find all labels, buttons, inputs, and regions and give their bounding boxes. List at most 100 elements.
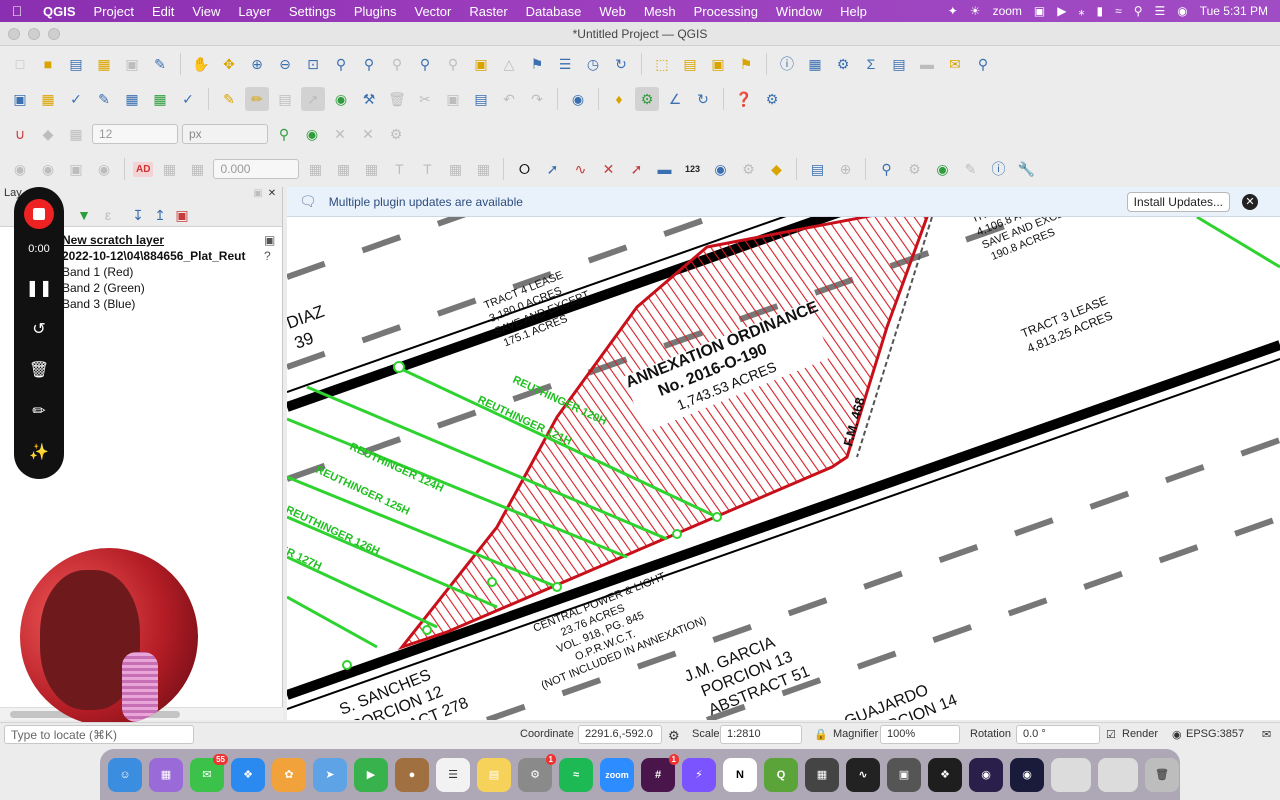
zoom-next-icon[interactable]: ⚲ <box>441 52 465 76</box>
select-location-icon[interactable]: ⚑ <box>734 52 758 76</box>
expand-all-icon[interactable]: ↧ <box>126 203 150 227</box>
data-source-manager-icon[interactable]: ▣ <box>8 87 32 111</box>
slack-icon[interactable]: #1 <box>641 753 679 792</box>
tracing-icon[interactable]: ⚙ <box>384 122 408 146</box>
pen-icon[interactable]: ✏ <box>32 390 45 431</box>
layer-item-plat[interactable]: 2022-10-12\04\884656_Plat_Reut <box>62 249 245 263</box>
temporal-controller-icon[interactable]: ◷ <box>581 52 605 76</box>
map-canvas[interactable]: DIAZ 39 TRACT 4 LEASE 3,180.0 ACRES SAVE… <box>287 187 1280 720</box>
system-settings-icon[interactable]: ⚙ 1 <box>518 753 556 792</box>
zoom-full-icon[interactable]: ⊡ <box>301 52 325 76</box>
snapping-type-icon[interactable]: ▦ <box>64 122 88 146</box>
snapping-tolerance-input[interactable]: 12 <box>92 124 178 144</box>
menu-window[interactable]: Window <box>767 4 831 19</box>
messages-icon[interactable]: ✉ 55 <box>190 753 228 792</box>
menu-project[interactable]: Project <box>85 4 143 19</box>
rotation-field[interactable]: 0.0 ° <box>1016 725 1100 744</box>
info-icon[interactable]: ⓘ <box>986 157 1010 181</box>
menu-view[interactable]: View <box>183 4 229 19</box>
label-tool-icon[interactable]: T <box>415 157 439 181</box>
save-as-icon[interactable]: ▦ <box>92 52 116 76</box>
attribute-table-icon[interactable]: ▦ <box>803 52 827 76</box>
pan-to-selection-icon[interactable]: ✥ <box>217 52 241 76</box>
new-map-view-icon[interactable]: ▣ <box>469 52 493 76</box>
reload-icon[interactable]: ↻ <box>691 87 715 111</box>
window-thumbnail-1[interactable] <box>1051 757 1091 792</box>
magnifier-field[interactable]: 100% <box>880 725 960 744</box>
pin-labels-icon[interactable]: ▦ <box>443 157 467 181</box>
stop-recording-button[interactable] <box>24 199 54 229</box>
self-snapping-icon[interactable]: ✕ <box>356 122 380 146</box>
new-3d-view-icon[interactable]: △ <box>497 52 521 76</box>
open-project-icon[interactable]: ■ <box>36 52 60 76</box>
snapping-unit-select[interactable]: px <box>182 124 268 144</box>
measure-icon[interactable]: ✎ <box>958 157 982 181</box>
coordinate-toggle-icon[interactable]: ⚙ <box>668 728 680 744</box>
pan-hand-icon[interactable]: ✋ <box>189 52 213 76</box>
finder-icon[interactable]: ☺ <box>108 757 142 792</box>
new-virtual-layer-icon[interactable]: ▦ <box>120 87 144 111</box>
brightness-icon[interactable]: ☀ <box>970 4 981 18</box>
map-tips-icon[interactable]: ✉ <box>943 52 967 76</box>
bookmark-icon[interactable]: ⚑ <box>525 52 549 76</box>
delete-selected-icon[interactable]: 🗑 <box>385 87 409 111</box>
curve-tool-icon[interactable]: ∿ <box>568 157 592 181</box>
merge-features-icon[interactable]: ▣ <box>64 157 88 181</box>
zoom-to-point-icon[interactable]: ⚲ <box>874 157 898 181</box>
crosshair-icon[interactable]: ⊕ <box>833 157 857 181</box>
measure-line-icon[interactable]: ▬ <box>915 52 939 76</box>
offset-value-input[interactable]: 0.000 <box>213 159 300 179</box>
digitize-line-icon[interactable]: ➚ <box>301 87 325 111</box>
new-spatialite-icon[interactable]: ✎ <box>92 87 116 111</box>
deselect-icon[interactable]: ▣ <box>706 52 730 76</box>
georeference-axes-icon[interactable]: ∠ <box>663 87 687 111</box>
contacts-icon[interactable]: ● <box>395 757 429 792</box>
topological-editing-icon[interactable]: ⚲ <box>272 122 296 146</box>
panel-close-icon[interactable]: ✕ <box>266 187 278 199</box>
spotlight-search-icon[interactable]: ⚲ <box>1134 4 1143 18</box>
add-vector-icon[interactable]: ✓ <box>176 87 200 111</box>
lock-scale-icon[interactable]: 🔒 <box>814 728 828 741</box>
restart-icon[interactable]: ↺ <box>32 308 45 349</box>
battery-icon[interactable]: ▮ <box>1096 4 1103 18</box>
notion-menubar-icon[interactable]: ▣ <box>1034 4 1045 18</box>
messenger-icon[interactable]: ⚡ <box>682 757 716 792</box>
crs-globe-icon[interactable]: ◉ <box>1172 728 1182 741</box>
menu-help[interactable]: Help <box>831 4 876 19</box>
render-checkbox-icon[interactable]: ☑ <box>1106 728 1116 741</box>
vertex-editor-icon[interactable]: ◆ <box>764 157 788 181</box>
window-thumbnail-2[interactable] <box>1098 757 1138 792</box>
locator-search-input[interactable]: Type to locate (⌘K) <box>4 725 194 744</box>
select-features-icon[interactable]: ⬚ <box>650 52 674 76</box>
xy-coordinate-icon[interactable]: ➚ <box>540 157 564 181</box>
safari-icon[interactable]: ❖ <box>231 757 265 792</box>
gps-icon[interactable]: ⚙ <box>902 157 926 181</box>
numbering-123-icon[interactable]: 123 <box>680 157 704 181</box>
snapping-magnet-icon[interactable]: ∪ <box>8 122 32 146</box>
ruler-icon[interactable]: ▬ <box>652 157 676 181</box>
wifi-icon[interactable]: ≈ <box>1115 4 1122 18</box>
copy-features-icon[interactable]: ▣ <box>441 87 465 111</box>
menu-database[interactable]: Database <box>517 4 591 19</box>
snapping-intersection-icon[interactable]: ◉ <box>300 122 324 146</box>
filter-legend-icon[interactable]: ▼ <box>72 203 96 227</box>
offset-curve-icon[interactable]: ▦ <box>303 157 327 181</box>
zoom-to-selection-icon[interactable]: ⚲ <box>329 52 353 76</box>
bluetooth-glyph-icon[interactable]: ✦ <box>948 4 958 18</box>
zoom-in-icon[interactable]: ⊕ <box>245 52 269 76</box>
identify-features-icon[interactable]: ⓘ <box>775 52 799 76</box>
zoom-to-layer-icon[interactable]: ⚲ <box>357 52 381 76</box>
layer-edit-badge-icon[interactable]: ▣ <box>264 233 275 247</box>
notes-icon[interactable]: ▤ <box>477 757 511 792</box>
avoid-overlap-icon[interactable]: ✕ <box>328 122 352 146</box>
new-project-icon[interactable]: □ <box>8 52 32 76</box>
add-raster-icon[interactable]: ▦ <box>148 87 172 111</box>
refresh-icon[interactable]: ↻ <box>609 52 633 76</box>
recorder-app-icon[interactable]: ◉ <box>1010 757 1044 792</box>
vertex-tool-icon[interactable]: ◉ <box>329 87 353 111</box>
magic-wand-icon[interactable]: ✨ <box>29 431 49 472</box>
current-edits-icon[interactable]: ✎ <box>217 87 241 111</box>
layer-warning-icon[interactable]: ? <box>264 249 271 263</box>
layout-manager-icon[interactable]: ▤ <box>805 157 829 181</box>
preview-icon[interactable]: ▣ <box>887 757 921 792</box>
